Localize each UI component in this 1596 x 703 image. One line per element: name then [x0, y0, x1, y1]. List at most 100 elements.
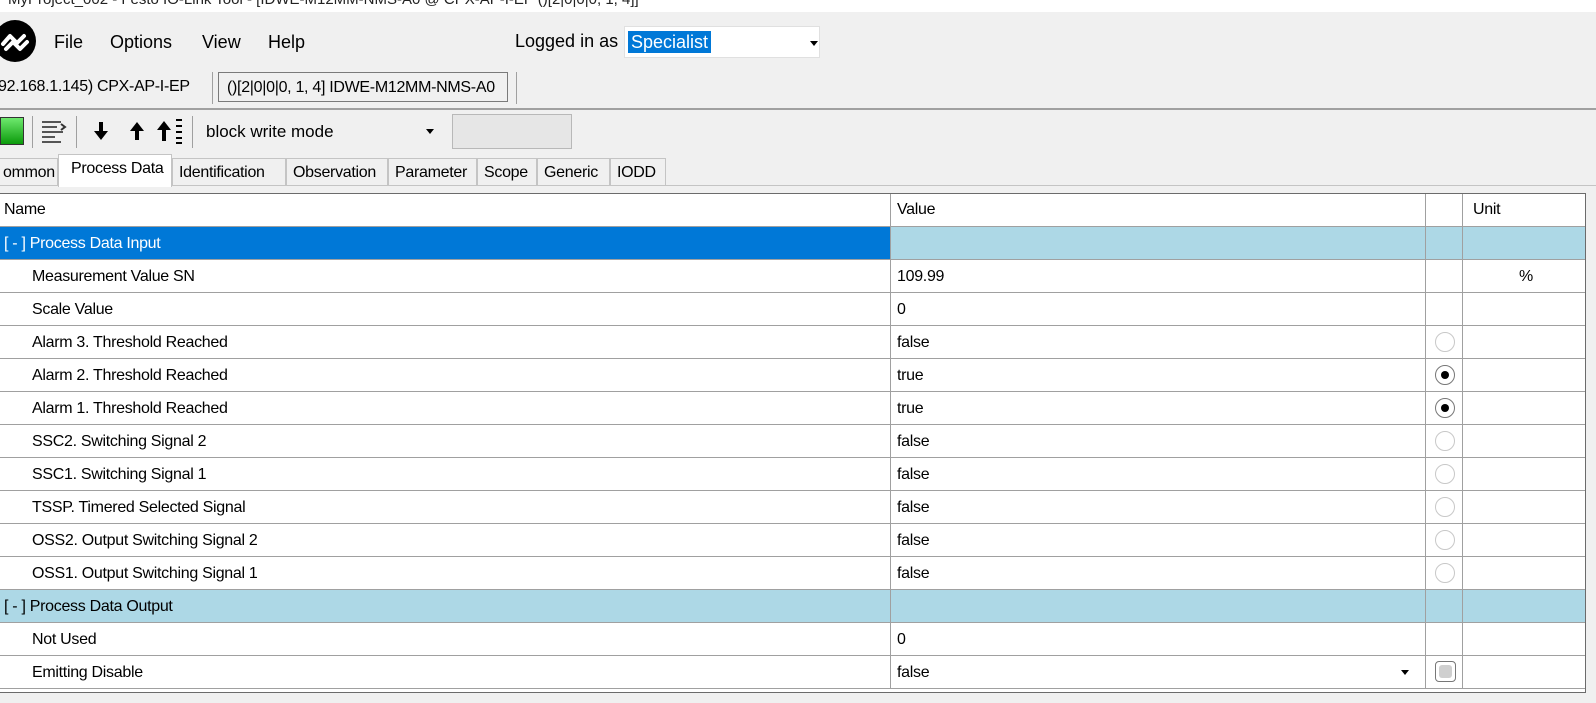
- tab-label: Process Data: [71, 160, 164, 177]
- row-value[interactable]: 0: [891, 623, 1426, 655]
- read-arrow-down-icon[interactable]: [86, 116, 116, 146]
- menu-help[interactable]: Help: [268, 32, 305, 53]
- tab-scope[interactable]: Scope: [477, 158, 537, 186]
- device-tab-label: ()[2|0|0|0, 1, 4] IDWE-M12MM-NMS-A0: [227, 79, 495, 96]
- menu-options[interactable]: Options: [110, 32, 172, 53]
- group-unit-cell: [1463, 590, 1585, 622]
- row-value[interactable]: true: [891, 392, 1426, 424]
- checkbox-icon[interactable]: [1435, 661, 1456, 682]
- row-unit: [1463, 392, 1585, 424]
- row-value[interactable]: false: [891, 458, 1426, 490]
- write-all-icon[interactable]: [154, 116, 184, 146]
- row-flag: [1426, 359, 1463, 391]
- table-row[interactable]: Alarm 1. Threshold Reached true: [0, 392, 1585, 425]
- table-row[interactable]: OSS2. Output Switching Signal 2 false: [0, 524, 1585, 557]
- row-value[interactable]: false: [891, 491, 1426, 523]
- group-flag-cell: [1426, 227, 1463, 259]
- row-value: false: [897, 664, 930, 681]
- list-edit-icon[interactable]: [38, 116, 68, 146]
- row-name: TSSP. Timered Selected Signal: [0, 491, 891, 523]
- row-name: Scale Value: [0, 293, 891, 325]
- radio-on-icon: [1435, 398, 1455, 418]
- row-name: Measurement Value SN: [0, 260, 891, 292]
- group-label-output[interactable]: [ - ] Process Data Output: [0, 590, 891, 622]
- toolbar-separator: [192, 116, 193, 148]
- row-unit: [1463, 326, 1585, 358]
- tab-iodd[interactable]: IODD: [610, 158, 666, 186]
- row-flag: [1426, 260, 1463, 292]
- radio-off-icon: [1435, 563, 1455, 583]
- table-row[interactable]: Scale Value 0: [0, 293, 1585, 326]
- header-name[interactable]: Name: [0, 194, 891, 226]
- row-value[interactable]: false: [891, 524, 1426, 556]
- process-data-grid: Name Value Unit [ - ] Process Data Input…: [0, 193, 1586, 693]
- row-flag: [1426, 425, 1463, 457]
- row-value[interactable]: false: [891, 326, 1426, 358]
- row-unit: [1463, 656, 1585, 688]
- row-name: SSC2. Switching Signal 2: [0, 425, 891, 457]
- radio-off-icon: [1435, 464, 1455, 484]
- table-row[interactable]: TSSP. Timered Selected Signal false: [0, 491, 1585, 524]
- row-name: Alarm 3. Threshold Reached: [0, 326, 891, 358]
- row-unit: [1463, 425, 1585, 457]
- controller-tab[interactable]: 92.168.1.145) CPX-AP-I-EP: [0, 78, 190, 96]
- header-flag: [1426, 194, 1463, 226]
- login-label: Logged in as: [515, 31, 619, 51]
- write-mode-value: block write mode: [206, 122, 334, 141]
- table-row[interactable]: Alarm 2. Threshold Reached true: [0, 359, 1585, 392]
- row-name: SSC1. Switching Signal 1: [0, 458, 891, 490]
- table-row[interactable]: Not Used 0: [0, 623, 1585, 656]
- tab-common[interactable]: ommon: [0, 158, 58, 186]
- tab-identification[interactable]: Identification: [172, 158, 286, 186]
- table-row[interactable]: Alarm 3. Threshold Reached false: [0, 326, 1585, 359]
- process-data-panel: Name Value Unit [ - ] Process Data Input…: [0, 185, 1596, 703]
- menu-file[interactable]: File: [54, 32, 83, 53]
- tab-label: IODD: [617, 164, 656, 181]
- group-label-input[interactable]: [ - ] Process Data Input: [0, 227, 891, 259]
- tab-strip: ommon Process Data Identification Observ…: [0, 154, 1596, 187]
- row-value[interactable]: 0: [891, 293, 1426, 325]
- tab-label: Generic: [544, 164, 598, 181]
- row-unit: [1463, 557, 1585, 589]
- tab-observation[interactable]: Observation: [286, 158, 388, 186]
- menu-view[interactable]: View: [202, 32, 241, 53]
- row-unit: [1463, 623, 1585, 655]
- row-unit: %: [1519, 268, 1533, 285]
- group-row-output[interactable]: [ - ] Process Data Output: [0, 590, 1585, 623]
- row-value[interactable]: 109.99: [891, 260, 1426, 292]
- row-value[interactable]: false: [891, 557, 1426, 589]
- row-value[interactable]: true: [891, 359, 1426, 391]
- tab-parameter[interactable]: Parameter: [388, 158, 477, 186]
- window-title-bar: MyProject_002 - Festo IO-Link Tool - [ID…: [0, 0, 1596, 12]
- table-row[interactable]: Measurement Value SN 109.99 %: [0, 260, 1585, 293]
- group-flag-cell: [1426, 590, 1463, 622]
- row-value[interactable]: false: [891, 425, 1426, 457]
- row-unit: [1463, 491, 1585, 523]
- table-row[interactable]: SSC2. Switching Signal 2 false: [0, 425, 1585, 458]
- emitting-disable-select[interactable]: false: [891, 656, 1426, 688]
- user-role-value: Specialist: [628, 31, 712, 53]
- mode-field: [452, 114, 572, 149]
- row-flag: [1426, 623, 1463, 655]
- write-mode-select[interactable]: block write mode: [200, 115, 444, 147]
- status-light-icon[interactable]: [0, 117, 24, 145]
- table-row[interactable]: Emitting Disable false: [0, 656, 1585, 689]
- tab-process-data[interactable]: Process Data: [58, 154, 172, 187]
- device-tab[interactable]: ()[2|0|0|0, 1, 4] IDWE-M12MM-NMS-A0: [218, 72, 508, 102]
- table-row[interactable]: OSS1. Output Switching Signal 1 false: [0, 557, 1585, 590]
- toolbar: block write mode: [0, 110, 1596, 154]
- group-value-cell: [891, 227, 1426, 259]
- window-title: MyProject_002 - Festo IO-Link Tool - [ID…: [8, 0, 639, 8]
- chevron-down-icon[interactable]: [1401, 670, 1409, 675]
- group-row-input[interactable]: [ - ] Process Data Input: [0, 227, 1585, 260]
- write-arrow-up-icon[interactable]: [122, 116, 152, 146]
- header-unit[interactable]: Unit: [1463, 194, 1585, 226]
- radio-off-icon: [1435, 332, 1455, 352]
- row-name: Alarm 2. Threshold Reached: [0, 359, 891, 391]
- header-value[interactable]: Value: [891, 194, 1426, 226]
- tab-label: ommon: [3, 164, 55, 181]
- table-row[interactable]: SSC1. Switching Signal 1 false: [0, 458, 1585, 491]
- tab-generic[interactable]: Generic: [537, 158, 610, 186]
- device-separator: [212, 72, 213, 104]
- user-role-select[interactable]: Specialist: [624, 26, 820, 58]
